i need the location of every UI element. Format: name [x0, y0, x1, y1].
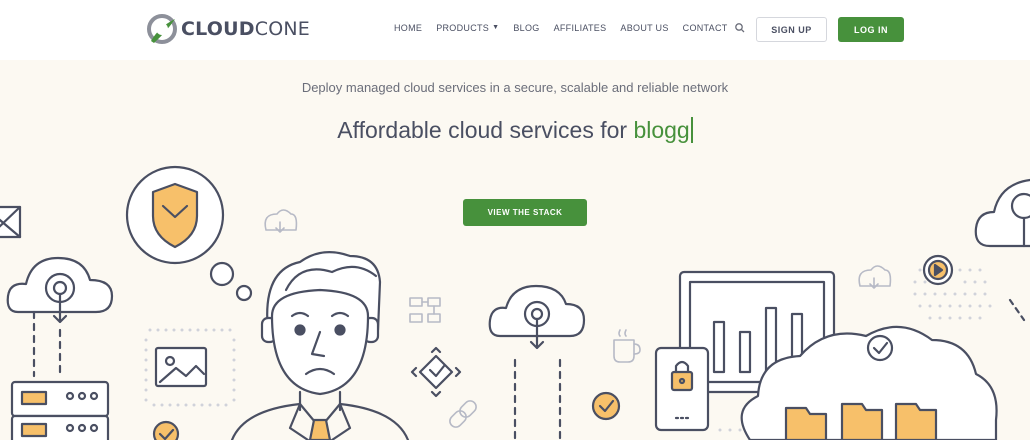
dotted-pattern: [144, 268, 992, 432]
cloud-pin-icon: [974, 178, 1030, 322]
logo-text: CLOUDCONE: [181, 18, 310, 40]
cloudcone-logo-icon: [147, 14, 177, 44]
chevron-down-icon: ▼: [492, 23, 500, 31]
envelope-icon: [0, 205, 22, 239]
nav-affiliates[interactable]: AFFILIATES: [554, 23, 607, 33]
nav-home[interactable]: HOME: [394, 23, 422, 33]
nav-blog[interactable]: BLOG: [513, 23, 539, 33]
person-illustration: [230, 251, 410, 440]
flowchart-icon: [409, 297, 441, 323]
image-icon: [154, 346, 208, 388]
nav-contact[interactable]: CONTACT: [683, 23, 728, 33]
server-rack-icon: [10, 380, 110, 440]
coffee-cup-icon: [613, 329, 641, 363]
arrows-cross-icon: [410, 346, 462, 398]
nav-products[interactable]: PRODUCTS ▼: [436, 23, 499, 33]
logo[interactable]: CLOUDCONE: [145, 13, 310, 45]
cloud-folders-icon: [740, 325, 998, 440]
hero-tagline: Deploy managed cloud services in a secur…: [301, 80, 729, 95]
play-icon: [922, 254, 954, 286]
nav-about-us[interactable]: ABOUT US: [620, 23, 668, 33]
typed-word: blogg: [633, 117, 693, 143]
signup-button[interactable]: SIGN UP: [756, 17, 827, 42]
cloud-pin-icon: [488, 284, 586, 440]
site-header: CLOUDCONE HOME PRODUCTS ▼ BLOG AFFILIATES…: [0, 0, 1030, 60]
shield-icon: [125, 165, 253, 302]
phone-lock-icon: [654, 346, 710, 432]
search-icon[interactable]: [734, 22, 746, 34]
main-nav: HOME PRODUCTS ▼ BLOG AFFILIATES ABOUT US …: [394, 23, 742, 33]
login-button[interactable]: LOG IN: [838, 17, 904, 42]
monitor-chart-icon: [678, 270, 836, 394]
cloud-pin-icon: [6, 256, 114, 378]
check-icon: [152, 420, 180, 440]
link-icon: [449, 375, 809, 428]
hero-headline: Affordable cloud services for blogg: [0, 117, 1030, 144]
check-icon: [591, 391, 621, 421]
view-stack-button[interactable]: VIEW THE STACK: [463, 199, 587, 226]
